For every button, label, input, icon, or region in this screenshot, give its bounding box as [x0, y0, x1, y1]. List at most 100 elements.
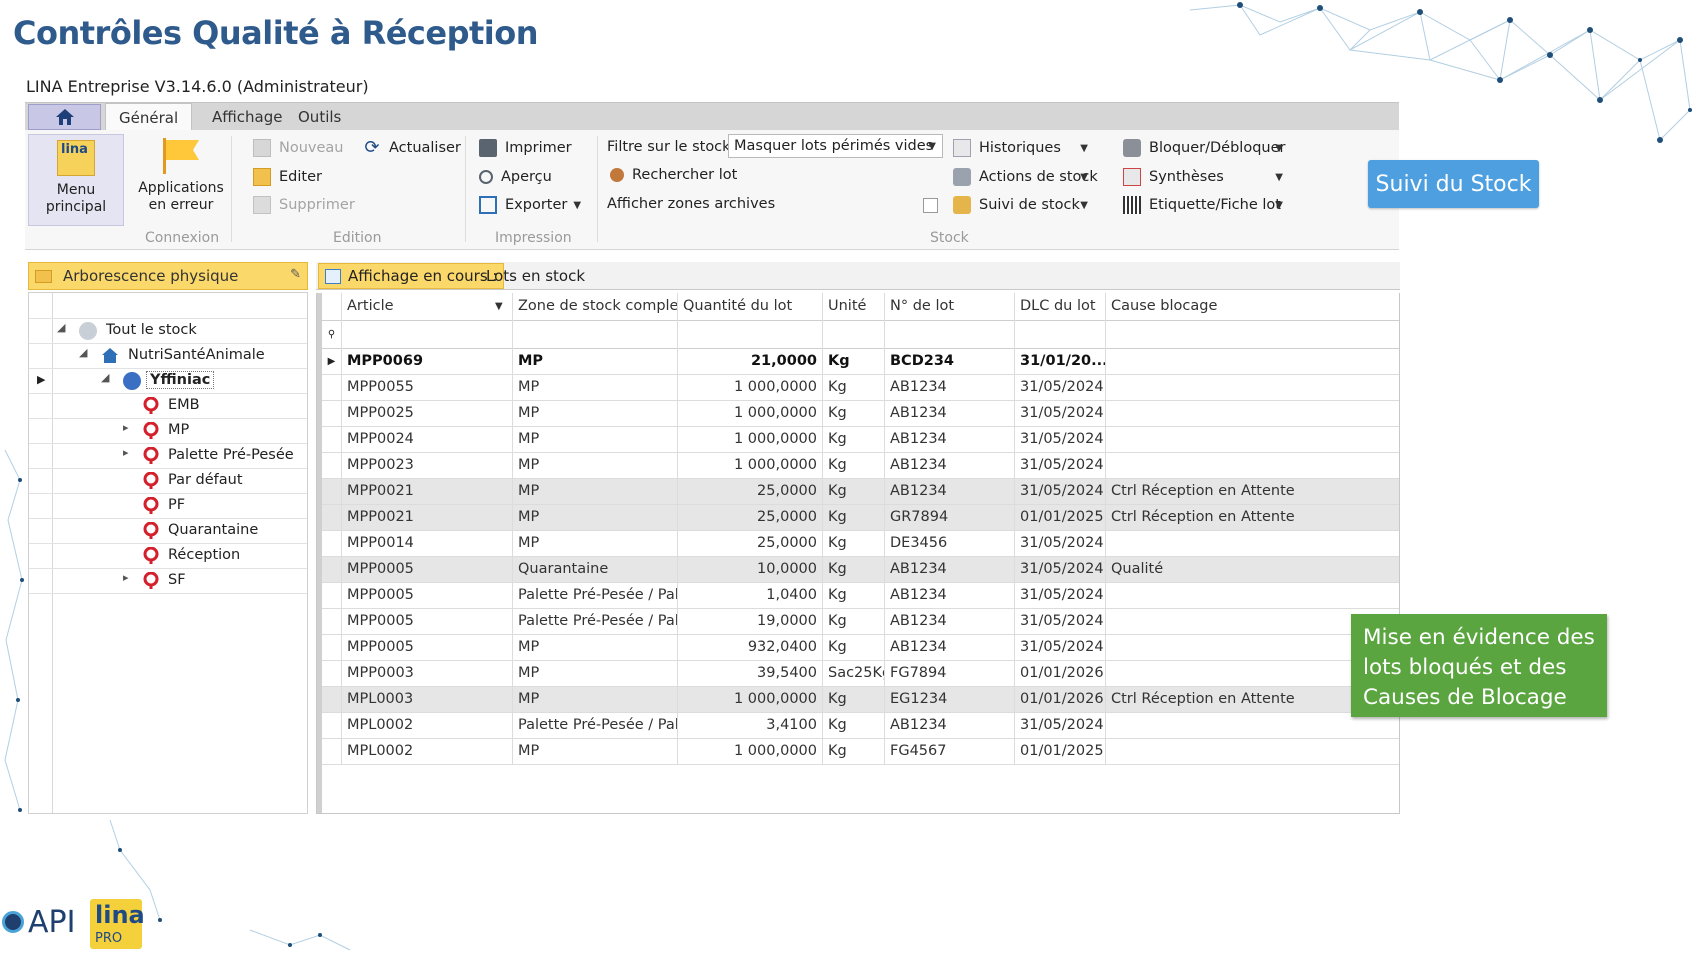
column-header[interactable]: Quantité du lot [678, 293, 823, 321]
rechercher-lot-button[interactable]: Rechercher lot [610, 164, 737, 186]
table-row[interactable]: MPP0023 MP 1 000,0000 Kg AB1234 31/05/2024 [322, 453, 1399, 479]
lina-icon: lina [57, 140, 95, 176]
tree-filter-row[interactable] [29, 293, 307, 319]
chevron-down-icon: ▼ [928, 140, 936, 152]
home-tab[interactable] [28, 104, 101, 130]
table-row[interactable]: MPP0005 MP 932,0400 Kg AB1234 31/05/2024 [322, 635, 1399, 661]
column-header[interactable]: DLC du lot [1015, 293, 1106, 321]
row-selector[interactable] [322, 661, 342, 687]
tree-item-pf[interactable]: PF [29, 494, 307, 519]
row-selector[interactable] [322, 739, 342, 765]
filter-cell[interactable] [1015, 321, 1106, 349]
tree-item-par-defaut[interactable]: Par défaut [29, 469, 307, 494]
tree-item-sf[interactable]: ▸ SF [29, 569, 307, 594]
table-row[interactable]: MPP0003 MP 39,5400 Sac25Kg FG7894 01/01/2026 [322, 661, 1399, 687]
tab-general[interactable]: Général [105, 103, 193, 132]
exporter-button[interactable]: Exporter ▼ [479, 194, 581, 216]
table-row[interactable]: MPL0003 MP 1 000,0000 Kg EG1234 01/01/2026 Ctr… [322, 687, 1399, 713]
pin-icon[interactable]: ✎ [290, 267, 301, 282]
tab-outils[interactable]: Outils [285, 103, 354, 131]
chevron-down-icon[interactable]: ◢ [57, 321, 65, 334]
row-pointer-icon[interactable]: ▶ [322, 349, 342, 375]
row-selector[interactable] [322, 583, 342, 609]
tree-item-quarantaine[interactable]: Quarantaine [29, 519, 307, 544]
row-selector[interactable] [322, 531, 342, 557]
row-selector[interactable] [322, 427, 342, 453]
tree-item-reception[interactable]: Réception [29, 544, 307, 569]
table-row[interactable]: MPP0014 MP 25,0000 Kg DE3456 31/05/2024 [322, 531, 1399, 557]
row-selector[interactable] [322, 479, 342, 505]
tab-affichage[interactable]: Affichage [199, 103, 295, 131]
chevron-down-icon: ▼ [1275, 142, 1283, 154]
filter-cell[interactable] [1106, 321, 1399, 349]
nouveau-button[interactable]: Nouveau [253, 137, 344, 159]
table-cell: 01/01/2026 [1015, 661, 1106, 687]
syntheses-button[interactable]: Synthèses ▼ [1123, 166, 1283, 188]
apercu-button[interactable]: Aperçu [479, 166, 552, 188]
tree-item-palette-pre-pesee[interactable]: ▸ Palette Pré-Pesée [29, 444, 307, 469]
table-row[interactable]: MPP0024 MP 1 000,0000 Kg AB1234 31/05/2024 [322, 427, 1399, 453]
table-cell: 31/05/2024 [1015, 531, 1106, 557]
row-selector[interactable] [322, 505, 342, 531]
table-cell: 21,0000 [678, 349, 823, 375]
table-icon [325, 268, 341, 284]
afficher-zones-checkbox[interactable] [923, 198, 938, 213]
etiquette-button[interactable]: Etiquette/Fiche lot ▼ [1123, 194, 1283, 216]
table-row[interactable]: MPP0025 MP 1 000,0000 Kg AB1234 31/05/2024 [322, 401, 1399, 427]
bloquer-debloquer-button[interactable]: Bloquer/Débloquer ▼ [1123, 137, 1285, 159]
table-row[interactable]: MPL0002 MP 1 000,0000 Kg FG4567 01/01/2025 [322, 739, 1399, 765]
column-header[interactable]: N° de lot [885, 293, 1015, 321]
chevron-right-icon[interactable]: ▸ [123, 446, 129, 459]
filter-cell[interactable] [678, 321, 823, 349]
column-header[interactable]: Article [342, 293, 513, 321]
table-cell: MPP0023 [342, 453, 513, 479]
filter-cell[interactable] [342, 321, 513, 349]
chevron-down-icon[interactable]: ◢ [79, 346, 87, 359]
row-selector[interactable] [322, 687, 342, 713]
filter-cell[interactable] [885, 321, 1015, 349]
table-row[interactable]: MPL0002Palette Pré-Pesée / Pal 033,4100K… [322, 713, 1399, 739]
filtre-stock-select[interactable]: Masquer lots périmés vides ▼ [728, 134, 943, 158]
table-cell: 01/01/2025 [1015, 739, 1106, 765]
row-selector[interactable] [322, 557, 342, 583]
row-selector[interactable] [322, 375, 342, 401]
tree-item-tout-le-stock[interactable]: ◢ Tout le stock [29, 319, 307, 344]
chevron-right-icon[interactable]: ▸ [123, 571, 129, 584]
row-selector[interactable] [322, 453, 342, 479]
row-selector[interactable] [322, 401, 342, 427]
chevron-right-icon[interactable]: ▸ [123, 421, 129, 434]
actualiser-button[interactable]: ⟳ Actualiser [363, 137, 460, 159]
tree-item-yffiniac[interactable]: ▶ ◢ Yffiniac [29, 369, 307, 394]
table-row[interactable]: MPP0055 MP 1 000,0000 Kg AB1234 31/05/2024 [322, 375, 1399, 401]
column-header[interactable]: Zone de stock complet [513, 293, 678, 321]
actions-stock-button[interactable]: Actions de stock ▼ [953, 166, 1098, 188]
table-row[interactable]: MPP0021 MP 25,0000 Kg GR7894 01/01/2025 Ctrl R… [322, 505, 1399, 531]
table-row[interactable]: ▶ MPP0069 MP 21,0000 Kg BCD234 31/01/20... [322, 349, 1399, 375]
column-header[interactable]: Unité [823, 293, 885, 321]
table-cell: GR7894 [885, 505, 1015, 531]
tree-item-mp[interactable]: ▸ MP [29, 419, 307, 444]
filter-cell[interactable] [513, 321, 678, 349]
column-header[interactable]: Cause blocage [1106, 293, 1399, 321]
tree-item-emb[interactable]: EMB [29, 394, 307, 419]
menu-principal-button[interactable]: lina Menu principal [28, 134, 124, 226]
imprimer-button[interactable]: Imprimer [479, 137, 572, 159]
editer-button[interactable]: Editer [253, 166, 322, 188]
supprimer-button[interactable]: Supprimer [253, 194, 355, 216]
applications-en-erreur-button[interactable]: Applications en erreur [135, 134, 227, 226]
historiques-button[interactable]: Historiques ▼ [953, 137, 1088, 159]
table-row[interactable]: MPP0021 MP 25,0000 Kg AB1234 31/05/2024 Ctrl R… [322, 479, 1399, 505]
chevron-down-icon[interactable]: ▼ [495, 293, 503, 320]
filter-cell[interactable] [823, 321, 885, 349]
table-cell: Kg [823, 453, 885, 479]
table-row[interactable]: MPP0005 Quarantaine 10,0000 Kg AB1234 31/05/2… [322, 557, 1399, 583]
row-selector[interactable] [322, 713, 342, 739]
row-selector[interactable] [322, 609, 342, 635]
tree-item-nutrisanteanimale[interactable]: ◢ NutriSantéAnimale [29, 344, 307, 369]
table-row[interactable]: MPP0005Palette Pré-Pesée / Pal 0219,0000… [322, 609, 1399, 635]
row-selector[interactable] [322, 635, 342, 661]
chevron-down-icon[interactable]: ◢ [101, 371, 109, 384]
table-row[interactable]: MPP0005Palette Pré-Pesée / Pal 031,0400K… [322, 583, 1399, 609]
table-cell: MPP0069 [342, 349, 513, 375]
suivi-stock-button[interactable]: Suivi de stock ▼ [953, 194, 1088, 216]
